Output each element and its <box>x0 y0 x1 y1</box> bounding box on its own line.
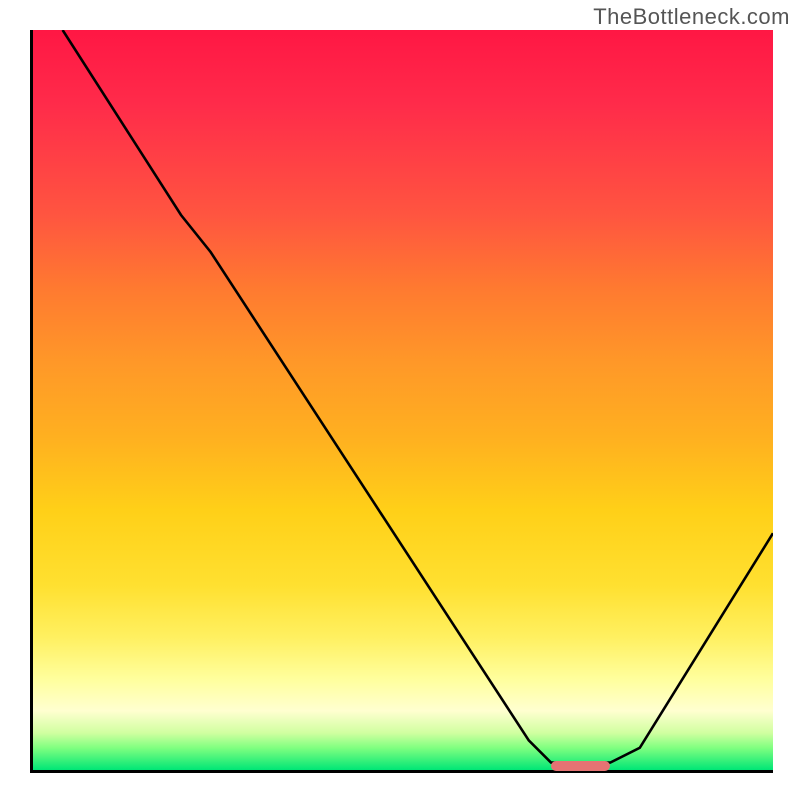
chart-plot-area <box>30 30 773 773</box>
optimum-range-marker <box>551 761 610 771</box>
bottleneck-curve <box>33 30 773 770</box>
curve-path <box>63 30 773 763</box>
watermark-text: TheBottleneck.com <box>593 4 790 30</box>
